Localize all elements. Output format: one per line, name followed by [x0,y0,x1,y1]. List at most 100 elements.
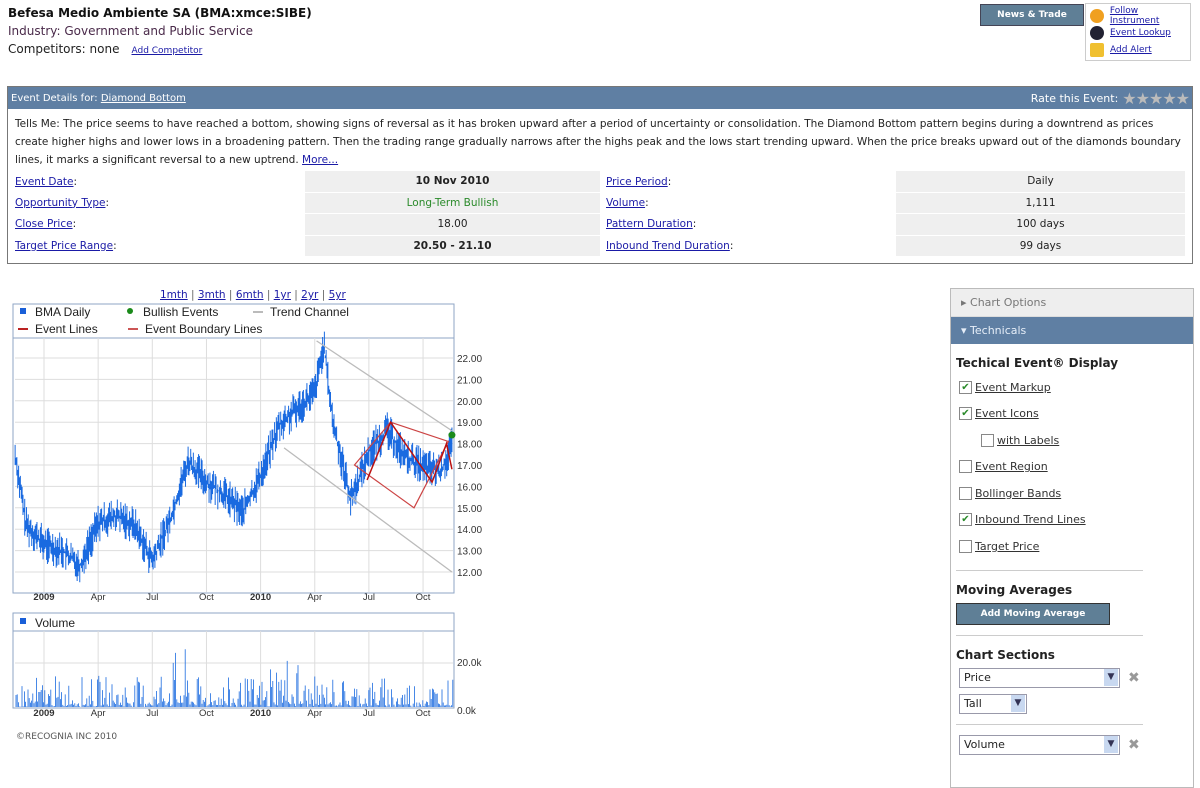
moving-averages-title: Moving Averages [956,582,1073,597]
detail-value: 1,111 [896,192,1185,214]
add-alert-link[interactable]: Add Alert [1110,45,1152,55]
event-lookup-link[interactable]: Event Lookup [1110,28,1171,38]
y-tick-label: 14.00 [457,525,482,536]
detail-value: Long-Term Bullish [305,192,600,214]
checkbox[interactable] [959,539,972,553]
event-details-label: Event Details for: [11,92,98,104]
display-title: Techical Event® Display [956,356,1119,370]
y-tick-label: 16.00 [457,482,482,493]
event-name-link[interactable]: Diamond Bottom [101,93,186,104]
instrument-header: Befesa Medio Ambiente SA (BMA:xmce:SIBE)… [8,4,312,60]
detail-value: 18.00 [305,213,600,236]
legend-label: Bullish Events [143,305,218,319]
event-lookup-icon [1090,25,1104,40]
chevron-down-icon: ▼ [1104,736,1118,753]
follow-instrument-link[interactable]: Follow Instrument [1110,6,1190,26]
rate-label: Rate this Event: [1030,91,1119,105]
legend-label: Trend Channel [270,305,349,319]
section-select-price[interactable]: Price ▼ [959,667,1120,688]
y-tick-label: 21.00 [457,375,482,386]
x-tick-label: Jul [363,592,375,603]
x-tick-label: 2010 [250,708,271,719]
volume-y-tick: 20.0k [457,658,482,669]
bullish-event-marker[interactable] [448,431,456,439]
option-target-price[interactable]: Target Price [959,533,1193,560]
remove-section-icon[interactable]: ✖ [1128,670,1140,686]
tells-me-text: Tells Me: The price seems to have reache… [15,118,1181,166]
technicals-header[interactable]: ▾ Technicals [951,317,1193,344]
checkbox[interactable]: ✔ [959,407,972,421]
x-tick-label: Jul [363,708,375,719]
add-competitor-link[interactable]: Add Competitor [131,46,202,56]
add-moving-average-button[interactable]: Add Moving Average [956,602,1110,625]
detail-label[interactable]: Event Date [15,176,74,188]
copyright: ©RECOGNIA INC 2010 [16,732,118,742]
y-tick-label: 13.00 [457,547,482,558]
detail-row: Event Date: 10 Nov 2010 Price Period: Daily [15,171,1185,193]
size-select[interactable]: Tall ▼ [959,693,1027,714]
legend-swatch [20,308,26,314]
chart-options-header[interactable]: ▸ Chart Options [951,289,1193,317]
y-tick-label: 19.00 [457,418,482,429]
chart-sections-title: Chart Sections [956,647,1055,662]
bell-icon [1090,42,1104,57]
option-event-markup[interactable]: ✔ Event Markup [959,374,1193,401]
detail-row: Close Price: 18.00 Pattern Duration: 100 da… [15,213,1185,236]
instrument-title: Befesa Medio Ambiente SA (BMA:xmce:SIBE) [8,6,312,20]
event-details-panel: Event Details for: Diamond Bottom Rate t… [7,86,1193,264]
x-tick-label: 2009 [33,708,54,719]
x-tick-label: Jul [146,592,158,603]
option-event-region[interactable]: Event Region [959,454,1193,481]
x-tick-label: 2010 [250,592,271,603]
detail-label[interactable]: Opportunity Type [15,197,105,209]
detail-label[interactable]: Pattern Duration [606,218,693,230]
legend-label: BMA Daily [35,305,90,319]
detail-value: 10 Nov 2010 [305,171,600,193]
detail-label[interactable]: Volume [606,197,645,209]
section-select-volume[interactable]: Volume ▼ [959,734,1120,755]
checkbox[interactable]: ✔ [959,513,972,527]
x-tick-label: Jul [146,708,158,719]
sidebar: ▸ Chart Options ▾ Technicals Techical Ev… [950,288,1194,788]
y-tick-label: 22.00 [457,354,482,365]
legend-swatch [20,618,26,624]
chevron-down-icon: ▼ [1011,695,1025,712]
checkbox[interactable] [981,433,994,447]
legend-label: Event Lines [35,322,98,336]
more-link[interactable]: More... [302,154,338,166]
x-tick-label: Oct [416,708,431,719]
x-tick-label: Apr [307,708,322,719]
actions-box: Follow Instrument Event Lookup Add Alert [1085,3,1191,61]
volume-legend-label: Volume [35,616,75,630]
y-tick-label: 18.00 [457,440,482,451]
y-tick-label: 17.00 [457,461,482,472]
option-event-icons[interactable]: ✔ Event Icons [959,401,1193,428]
detail-value: Daily [896,171,1185,193]
option-with-labels[interactable]: with Labels [981,427,1193,454]
detail-label[interactable]: Target Price Range [15,240,113,252]
detail-label[interactable]: Price Period [606,176,668,188]
remove-section-icon[interactable]: ✖ [1128,737,1140,753]
x-tick-label: Oct [416,592,431,603]
detail-label[interactable]: Inbound Trend Duration [606,240,730,252]
legend-label: Event Boundary Lines [145,322,262,336]
detail-value: 99 days [896,235,1185,257]
competitors: Competitors: none [8,42,120,56]
detail-label[interactable]: Close Price [15,218,73,230]
y-tick-label: 12.00 [457,568,482,579]
option-inbound-trend-lines[interactable]: ✔ Inbound Trend Lines [959,507,1193,534]
x-tick-label: Apr [307,592,322,603]
smiley-icon [1090,8,1104,23]
x-tick-label: Apr [91,708,106,719]
option-bollinger-bands[interactable]: Bollinger Bands [959,480,1193,507]
volume-y-tick: 0.0k [457,706,477,717]
checkbox[interactable]: ✔ [959,380,972,394]
y-tick-label: 20.00 [457,397,482,408]
price-chart[interactable]: 2009 2009 Apr Apr Jul Jul Oct Oct 2010 2010 Apr Apr… [0,300,490,730]
checkbox[interactable] [959,460,972,474]
detail-row: Target Price Range: 20.50 - 21.10 Inbound … [15,235,1185,257]
news-trade-button[interactable]: News & Trade [980,4,1084,26]
rating-stars[interactable]: ★★★★★ [1122,89,1190,108]
event-details-table: Event Date: 10 Nov 2010 Price Period: Daily… [15,171,1185,257]
checkbox[interactable] [959,486,972,500]
